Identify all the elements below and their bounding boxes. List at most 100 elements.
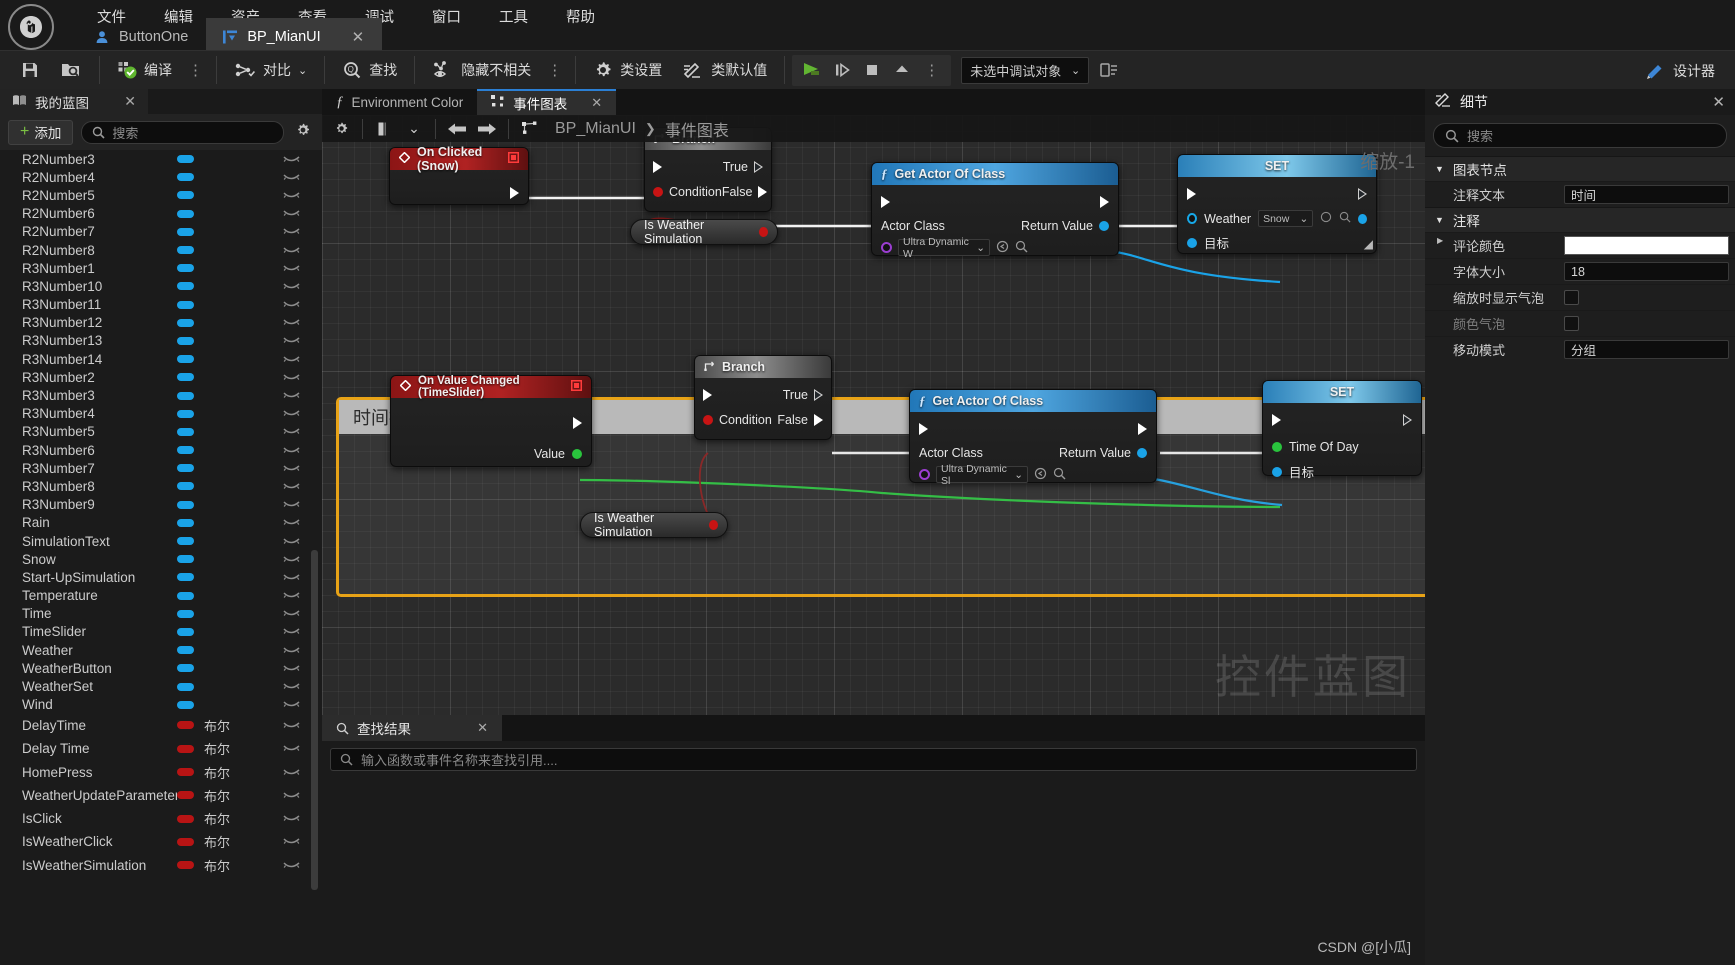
class-settings-button[interactable]: 类设置 [583, 55, 672, 86]
menu-item-window[interactable]: 窗口 [413, 1, 480, 32]
details-section-header[interactable]: ▼ 图表节点 [1425, 156, 1735, 181]
compile-options-button[interactable]: ⋮ [182, 61, 209, 79]
color-swatch[interactable] [1564, 236, 1729, 255]
browse-asset-icon[interactable] [1034, 467, 1047, 483]
eye-closed-icon[interactable] [283, 570, 300, 585]
variable-row[interactable]: R3Number11 [0, 296, 322, 314]
node-set-time-of-day[interactable]: SET Time Of Day 目标 [1262, 380, 1422, 480]
value-output-pin[interactable] [572, 448, 582, 459]
find-search-input[interactable]: 输入函数或事件名称来查找引用.... [330, 748, 1417, 771]
browse-asset-icon[interactable] [996, 240, 1009, 256]
menu-item-help[interactable]: 帮助 [547, 1, 614, 32]
variable-list-scrollbar[interactable] [311, 550, 318, 890]
variable-row[interactable]: R3Number10 [0, 277, 322, 295]
variable-row[interactable]: R3Number4 [0, 405, 322, 423]
eye-closed-icon[interactable] [283, 152, 300, 167]
event-delegate-icon[interactable] [507, 151, 520, 166]
weather-output-pin[interactable] [1358, 213, 1367, 224]
step-button[interactable] [828, 56, 856, 84]
eye-closed-icon[interactable] [283, 370, 300, 385]
eye-closed-icon[interactable] [283, 788, 300, 803]
close-icon[interactable]: ✕ [477, 720, 488, 736]
variable-row[interactable]: IsWeatherClick 布尔 [0, 830, 322, 853]
variable-type-pill[interactable] [177, 682, 194, 691]
exec-input-pin[interactable] [1272, 413, 1281, 426]
variable-list[interactable]: R2Number3 R2Number4 R2Number5 R2Number6 R2Nu… [0, 150, 322, 965]
node-on-clicked-snow[interactable]: On Clicked (Snow) [389, 145, 529, 205]
exec-input-pin[interactable] [1187, 187, 1196, 200]
eye-closed-icon[interactable] [283, 243, 300, 258]
eye-closed-icon[interactable] [283, 297, 300, 312]
class-input-pin[interactable] [919, 469, 930, 480]
exec-output-pin[interactable] [510, 186, 519, 199]
gear-icon[interactable] [328, 118, 354, 140]
eye-closed-icon[interactable] [283, 515, 300, 530]
eye-closed-icon[interactable] [283, 606, 300, 621]
menu-item-tools[interactable]: 工具 [480, 1, 547, 32]
designer-button[interactable]: 设计器 [1636, 55, 1725, 86]
exec-output-true-pin[interactable] [814, 388, 823, 401]
variable-type-pill[interactable] [177, 191, 194, 200]
return-value-output-pin[interactable] [1137, 447, 1147, 458]
eye-closed-icon[interactable] [283, 643, 300, 658]
variable-type-pill[interactable] [177, 537, 194, 546]
search-asset-icon[interactable] [1015, 240, 1028, 256]
variable-row[interactable]: Time [0, 605, 322, 623]
hide-unrelated-options-button[interactable]: ⋮ [541, 61, 568, 79]
variable-type-pill[interactable] [177, 391, 194, 400]
browse-content-button[interactable] [50, 55, 92, 86]
eye-closed-icon[interactable] [283, 406, 300, 421]
weather-value-select[interactable]: Snow ⌄ [1258, 210, 1314, 227]
play-button[interactable] [798, 56, 826, 84]
eye-closed-icon[interactable] [283, 279, 300, 294]
variable-type-pill[interactable] [177, 646, 194, 655]
variable-row[interactable]: DelayTime 布尔 [0, 714, 322, 737]
variable-type-pill[interactable] [177, 282, 194, 291]
variable-row[interactable]: WeatherSet [0, 677, 322, 695]
compile-button[interactable]: 编译 [107, 55, 182, 86]
variable-row[interactable]: R3Number9 [0, 496, 322, 514]
exec-input-pin[interactable] [881, 195, 890, 208]
eject-button[interactable] [888, 56, 916, 84]
bool-output-pin[interactable] [709, 520, 718, 530]
variable-type-pill[interactable] [177, 446, 194, 455]
eye-closed-icon[interactable] [283, 424, 300, 439]
node-set-weather[interactable]: SET Weather Snow ⌄ 目标 ◢ [1177, 154, 1377, 254]
variable-type-pill[interactable] [177, 246, 194, 255]
details-select[interactable]: 分组 [1564, 340, 1729, 359]
node-is-weather-simulation-top[interactable]: Is Weather Simulation [630, 218, 778, 246]
variable-type-pill[interactable] [177, 355, 194, 364]
unreal-logo-icon[interactable] [8, 4, 54, 50]
eye-closed-icon[interactable] [283, 333, 300, 348]
variable-type-pill[interactable] [177, 173, 194, 182]
exec-output-pin[interactable] [1100, 195, 1109, 208]
arrow-left-icon[interactable] [444, 118, 470, 140]
actor-class-select[interactable]: Ultra Dynamic W ⌄ [898, 236, 990, 260]
eye-closed-icon[interactable] [283, 624, 300, 639]
variable-type-pill[interactable] [177, 814, 194, 823]
variable-row[interactable]: R3Number5 [0, 423, 322, 441]
variable-type-pill[interactable] [177, 837, 194, 846]
details-search-input[interactable]: 搜索 [1433, 123, 1727, 148]
node-get-actor-of-class-bottom[interactable]: ƒ Get Actor Of Class Actor Class Return … [909, 389, 1157, 487]
condition-input-pin[interactable] [653, 186, 663, 197]
variable-type-pill[interactable] [177, 336, 194, 345]
tab-environment-color[interactable]: ƒ Environment Color [322, 89, 477, 115]
variable-row[interactable]: TimeSlider [0, 623, 322, 641]
node-on-value-changed-timeslider[interactable]: On Value Changed (TimeSlider) Value [390, 375, 592, 467]
variable-row[interactable]: IsClick 布尔 [0, 807, 322, 830]
variable-type-pill[interactable] [177, 464, 194, 473]
details-section-header[interactable]: ▼ 注释 [1425, 207, 1735, 232]
close-icon[interactable]: ✕ [124, 93, 136, 110]
node-is-weather-simulation-bottom[interactable]: Is Weather Simulation [580, 511, 728, 539]
blueprint-canvas[interactable]: ⌄ BP_MianUI ❯ 事件图表 缩放-1 控件蓝图 时间控制 On Cli… [322, 115, 1425, 715]
variable-row[interactable]: R2Number5 [0, 186, 322, 204]
eye-closed-icon[interactable] [283, 858, 300, 873]
variable-row[interactable]: R3Number2 [0, 368, 322, 386]
variable-row[interactable]: Weather [0, 641, 322, 659]
condition-input-pin[interactable] [703, 414, 713, 425]
variable-type-pill[interactable] [177, 791, 194, 800]
eye-closed-icon[interactable] [283, 552, 300, 567]
variable-type-pill[interactable] [177, 227, 194, 236]
variable-row[interactable]: R2Number3 [0, 150, 322, 168]
